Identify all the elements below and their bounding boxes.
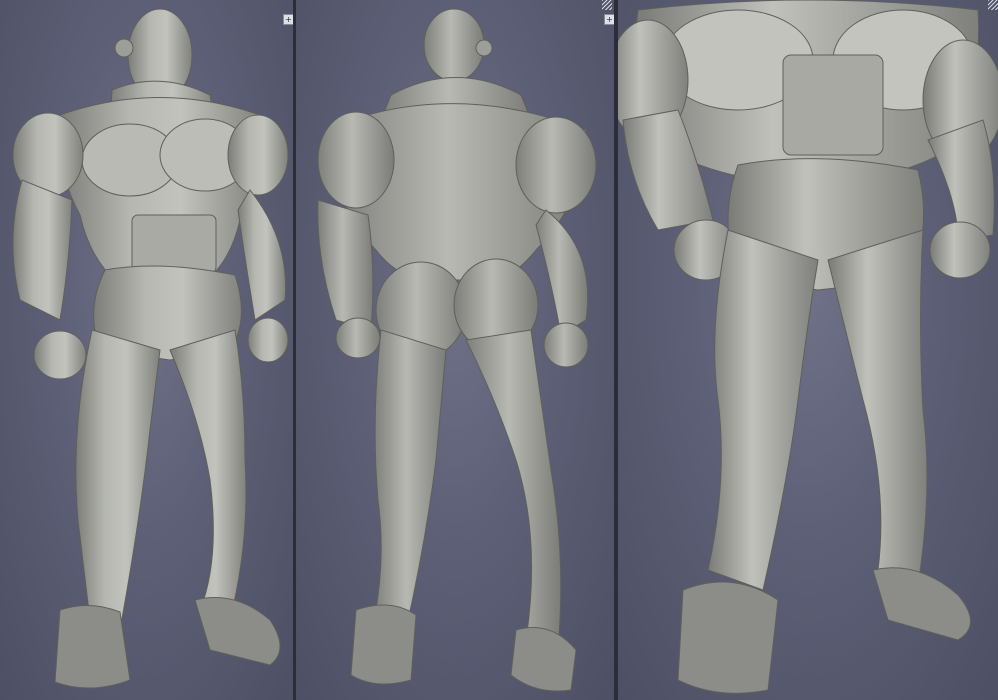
perspective-viewport[interactable] [618,0,998,700]
viewport-layout: + + [0,0,998,700]
front-viewport-controls: + [283,14,293,25]
back-model-render [317,8,597,692]
perspective-model-render [618,0,998,694]
plus-icon[interactable]: + [283,14,293,25]
front-model-render [12,8,289,689]
plus-icon[interactable]: + [604,14,614,25]
front-viewport[interactable]: + [0,0,293,700]
grip-icon[interactable] [988,0,998,10]
back-viewport-controls: + [604,14,614,25]
back-viewport[interactable]: + [296,0,614,700]
grip-icon[interactable] [602,0,612,10]
